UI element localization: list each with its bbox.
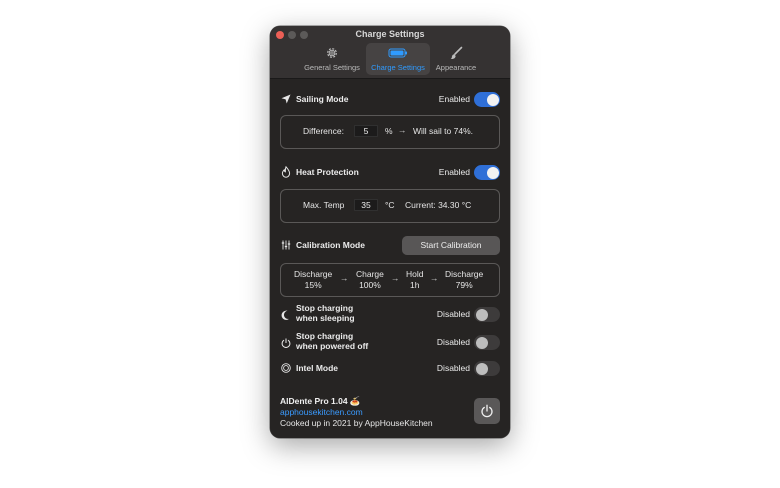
- calibration-step: Charge 100%: [356, 269, 384, 290]
- heat-protection-label: Heat Protection: [296, 167, 359, 177]
- difference-label: Difference:: [303, 126, 344, 136]
- stop-charging-sleeping-label: Stop charging when sleeping: [296, 303, 355, 323]
- calibration-step: Hold 1h: [406, 269, 424, 290]
- sailing-settings-box: Difference: 5 % → Will sail to 74%.: [280, 115, 500, 149]
- sailing-mode-row: Sailing Mode Enabled: [280, 91, 500, 107]
- sail-result-text: Will sail to 74%.: [413, 126, 473, 136]
- chip-icon: [280, 362, 292, 374]
- sailing-mode-label: Sailing Mode: [296, 94, 349, 104]
- sailing-mode-state: Enabled: [438, 94, 470, 104]
- power-icon: [481, 404, 493, 418]
- credit-text: Cooked up in 2021 by AppHouseKitchen: [280, 418, 433, 428]
- tab-label: General Settings: [304, 63, 360, 72]
- heat-protection-row: Heat Protection Enabled: [280, 164, 500, 180]
- arrow-right-icon: →: [391, 273, 400, 283]
- stop-charging-powered-off-toggle[interactable]: [474, 335, 500, 350]
- arrow-right-icon: →: [398, 125, 407, 135]
- arrow-right-icon: →: [340, 273, 349, 283]
- moon-icon: [280, 309, 292, 321]
- calibration-step: Discharge 79%: [445, 269, 484, 290]
- sailing-mode-toggle[interactable]: [474, 92, 500, 107]
- sliders-icon: [280, 239, 292, 251]
- intel-mode-state: Disabled: [436, 363, 470, 373]
- current-temp-text: Current: 34.30 °C: [405, 200, 472, 210]
- stop-charging-sleeping-toggle[interactable]: [474, 307, 500, 322]
- tab-general-settings[interactable]: General Settings: [299, 43, 365, 75]
- window-title: Charge Settings: [355, 29, 425, 39]
- titlebar-toolbar: Charge Settings General Settings Charge …: [270, 26, 510, 79]
- paintbrush-icon: [431, 46, 481, 60]
- intel-mode-toggle[interactable]: [474, 361, 500, 376]
- difference-input[interactable]: 5: [354, 125, 378, 137]
- location-arrow-icon: [280, 93, 292, 105]
- temp-unit: °C: [385, 200, 395, 210]
- max-temp-label: Max. Temp: [303, 200, 345, 210]
- tab-label: Appearance: [435, 63, 477, 72]
- difference-unit: %: [385, 126, 393, 136]
- power-icon: [280, 337, 292, 349]
- stop-charging-powered-off-state: Disabled: [436, 337, 470, 347]
- flame-icon: [280, 166, 292, 178]
- tab-appearance[interactable]: Appearance: [431, 43, 481, 75]
- tab-label: Charge Settings: [371, 63, 425, 72]
- calibration-step: Discharge 15%: [294, 269, 333, 290]
- battery-icon: [366, 46, 430, 60]
- arrow-right-icon: →: [430, 273, 439, 283]
- app-version: AlDente Pro 1.04 🍝: [280, 396, 361, 406]
- heat-protection-toggle[interactable]: [474, 165, 500, 180]
- max-temp-input[interactable]: 35: [354, 199, 378, 211]
- intel-mode-label: Intel Mode: [296, 363, 339, 373]
- start-calibration-button[interactable]: Start Calibration: [402, 236, 500, 255]
- intel-mode-row: Intel Mode Disabled: [280, 359, 500, 377]
- calibration-mode-label: Calibration Mode: [296, 240, 365, 250]
- quit-button[interactable]: [474, 398, 500, 424]
- calibration-mode-row: Calibration Mode: [280, 237, 400, 253]
- website-link[interactable]: apphousekitchen.com: [280, 407, 363, 417]
- stop-charging-sleeping-row: Stop charging when sleeping Disabled: [280, 303, 500, 327]
- charge-settings-window: Charge Settings General Settings Charge …: [270, 26, 510, 438]
- stop-charging-sleeping-state: Disabled: [436, 309, 470, 319]
- heat-settings-box: Max. Temp 35 °C Current: 34.30 °C: [280, 189, 500, 223]
- tab-charge-settings[interactable]: Charge Settings: [366, 43, 430, 75]
- gear-icon: [299, 46, 365, 60]
- calibration-steps-box: Discharge 15% → Charge 100% → Hold 1h → …: [280, 263, 500, 297]
- stop-charging-powered-off-row: Stop charging when powered off Disabled: [280, 331, 500, 355]
- stop-charging-powered-off-label: Stop charging when powered off: [296, 331, 369, 351]
- heat-protection-state: Enabled: [438, 167, 470, 177]
